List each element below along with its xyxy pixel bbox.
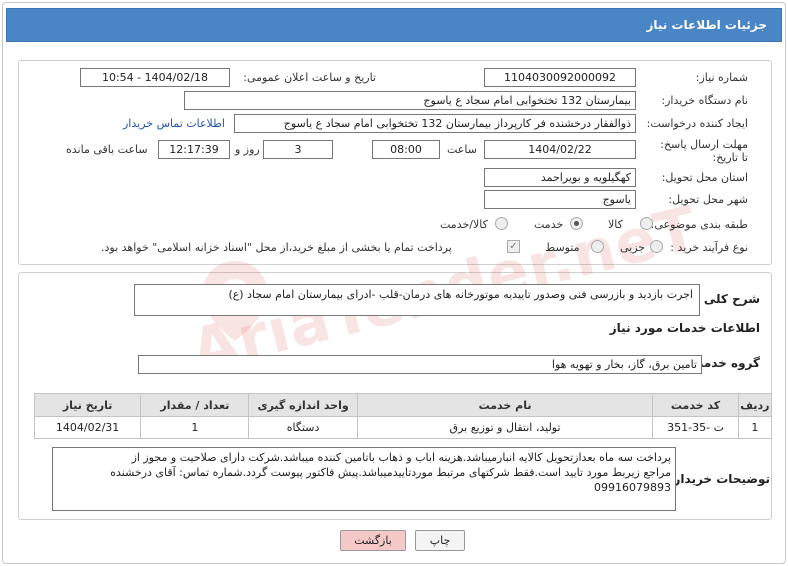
requester-label: ایجاد کننده درخواست: xyxy=(646,117,748,130)
province-field: کهگیلویه و بویراحمد xyxy=(484,168,636,187)
col-row-header: ردیف xyxy=(737,393,773,417)
treasury-note: پرداخت تمام یا بخشی از مبلغ خرید،از محل … xyxy=(101,241,452,254)
announce-field: 1404/02/18 - 10:54 xyxy=(80,68,230,87)
category-radio-service[interactable] xyxy=(570,217,583,230)
deadline-time-label: ساعت xyxy=(447,143,477,156)
col-code-header: کد خدمت xyxy=(652,393,739,417)
process-radio-medium[interactable] xyxy=(591,240,604,253)
process-option-minor: جزیی xyxy=(620,241,646,254)
province-label: استان محل تحویل: xyxy=(661,171,748,184)
process-radio-minor[interactable] xyxy=(650,240,663,253)
service-code-cell: ت -35-351 xyxy=(652,416,739,439)
buyer-contact-link[interactable]: اطلاعات تماس خریدار xyxy=(123,117,225,130)
category-radio-goods[interactable] xyxy=(640,217,653,230)
days-label: روز و xyxy=(235,143,260,156)
buyer-notes-box: پرداخت سه ماه بعدازتحویل کالایه انبارمیب… xyxy=(52,447,676,511)
buyer-org-field: بیمارستان 132 تختخوابی امام سجاد ع یاسوج xyxy=(184,91,636,110)
col-unit-header: واحد اندازه گیری xyxy=(248,393,358,417)
services-table: ردیف کد خدمت نام خدمت واحد اندازه گیری ت… xyxy=(33,393,773,439)
city-field: یاسوج xyxy=(484,190,636,209)
need-date-cell: 1404/02/31 xyxy=(33,416,142,439)
description-text: اجرت بازدید و بازرسی فنی وصدور تاییدیه م… xyxy=(228,288,693,301)
requester-field: ذوالفقار درخشنده فر کارپرداز بیمارستان 1… xyxy=(234,114,636,133)
category-label: طبقه بندی موضوعی: xyxy=(650,218,748,231)
back-button[interactable]: بازگشت xyxy=(340,530,406,551)
header-bar: جزئیات اطلاعات نیاز xyxy=(6,8,782,42)
service-group-field: تامین برق، گاز، بخار و تهویه هوا xyxy=(138,355,702,374)
buyer-notes-line: پرداخت سه ماه بعدازتحویل کالایه انبارمیب… xyxy=(131,451,671,464)
page-title: جزئیات اطلاعات نیاز xyxy=(646,18,767,32)
remaining-label: ساعت باقی مانده xyxy=(66,143,148,156)
col-name-header: نام خدمت xyxy=(356,393,654,417)
category-radio-goods-service[interactable] xyxy=(495,217,508,230)
remaining-time-field: 12:17:39 xyxy=(158,140,230,159)
table-row: 1 ت -35-351 تولید، انتقال و توزیع برق دس… xyxy=(33,416,773,439)
services-section-title: اطلاعات خدمات مورد نیاز xyxy=(609,321,760,335)
purchase-process-label: نوع فرآیند خرید : xyxy=(670,241,748,254)
row-number-cell: 1 xyxy=(737,416,773,439)
announce-label: تاریخ و ساعت اعلان عمومی: xyxy=(243,71,376,84)
print-button[interactable]: چاپ xyxy=(415,530,465,551)
process-option-medium: متوسط xyxy=(545,241,580,254)
buyer-notes-line: 09916079893 xyxy=(594,481,671,494)
quantity-cell: 1 xyxy=(140,416,250,439)
category-option-service: خدمت xyxy=(534,218,564,231)
description-box: اجرت بازدید و بازرسی فنی وصدور تاییدیه م… xyxy=(134,284,700,316)
deadline-time-field: 08:00 xyxy=(372,140,440,159)
deadline-date-field: 1404/02/22 xyxy=(484,140,636,159)
buyer-notes-label: توضیحات خریدار: xyxy=(668,472,770,486)
need-number-label: شماره نیاز: xyxy=(695,71,748,84)
col-qty-header: تعداد / مقدار xyxy=(140,393,250,417)
unit-cell: دستگاه xyxy=(248,416,358,439)
treasury-checkbox[interactable]: ✓ xyxy=(507,240,520,253)
remaining-days-field: 3 xyxy=(263,140,333,159)
buyer-org-label: نام دستگاه خریدار: xyxy=(661,94,748,107)
category-option-goods-service: کالا/خدمت xyxy=(440,218,488,231)
service-name-cell: تولید، انتقال و توزیع برق xyxy=(356,416,654,439)
buyer-notes-line: مراجع زیربط مورد تایید است.فقط شرکتهای م… xyxy=(110,466,671,479)
city-label: شهر محل تحویل: xyxy=(668,193,748,206)
category-option-goods: کالا xyxy=(608,218,623,231)
need-number-field: 1104030092000092 xyxy=(484,68,636,87)
deadline-label: مهلت ارسال پاسخ: تا تاریخ: xyxy=(660,138,748,164)
col-date-header: تاریخ نیاز xyxy=(33,393,142,417)
